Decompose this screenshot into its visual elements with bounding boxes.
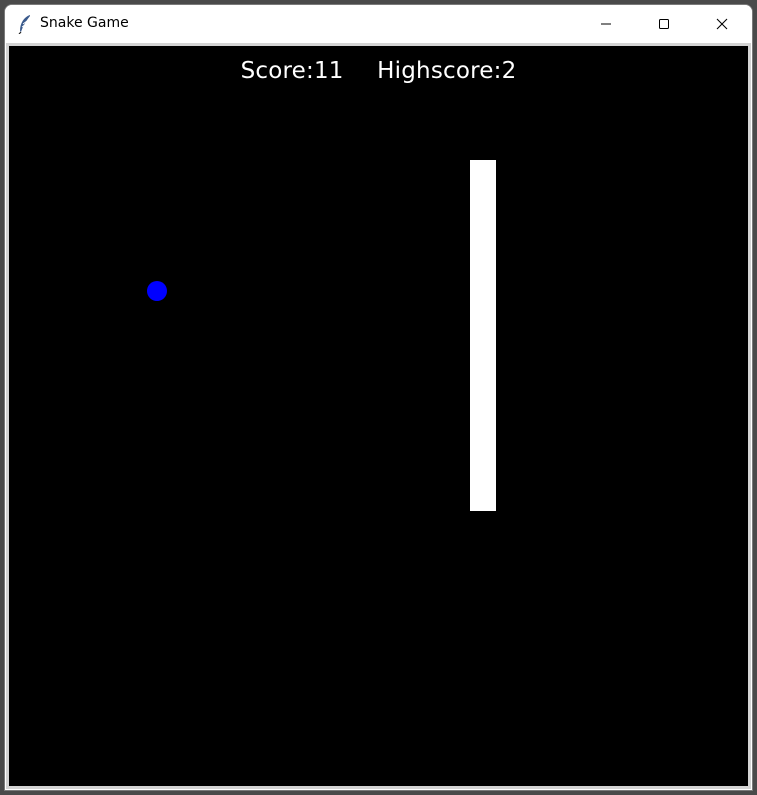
snake-body — [470, 160, 496, 511]
title-bar[interactable]: Snake Game — [5, 5, 752, 43]
highscore-label: Highscore:2 — [377, 58, 517, 84]
maximize-button[interactable] — [635, 5, 693, 43]
score-display: Score:11 Highscore:2 — [9, 58, 748, 84]
maximize-icon — [658, 15, 670, 34]
canvas-frame: Score:11 Highscore:2 — [6, 43, 751, 789]
food-dot — [147, 281, 167, 301]
close-icon — [716, 15, 728, 34]
minimize-icon — [600, 15, 612, 34]
feather-icon — [17, 14, 33, 35]
game-canvas[interactable]: Score:11 Highscore:2 — [9, 46, 748, 786]
score-label: Score:11 — [240, 58, 344, 84]
window-title: Snake Game — [40, 15, 129, 31]
minimize-button[interactable] — [577, 5, 635, 43]
close-button[interactable] — [693, 5, 751, 43]
game-window: Snake Game Score:11 Highscore:2 — [4, 4, 753, 791]
